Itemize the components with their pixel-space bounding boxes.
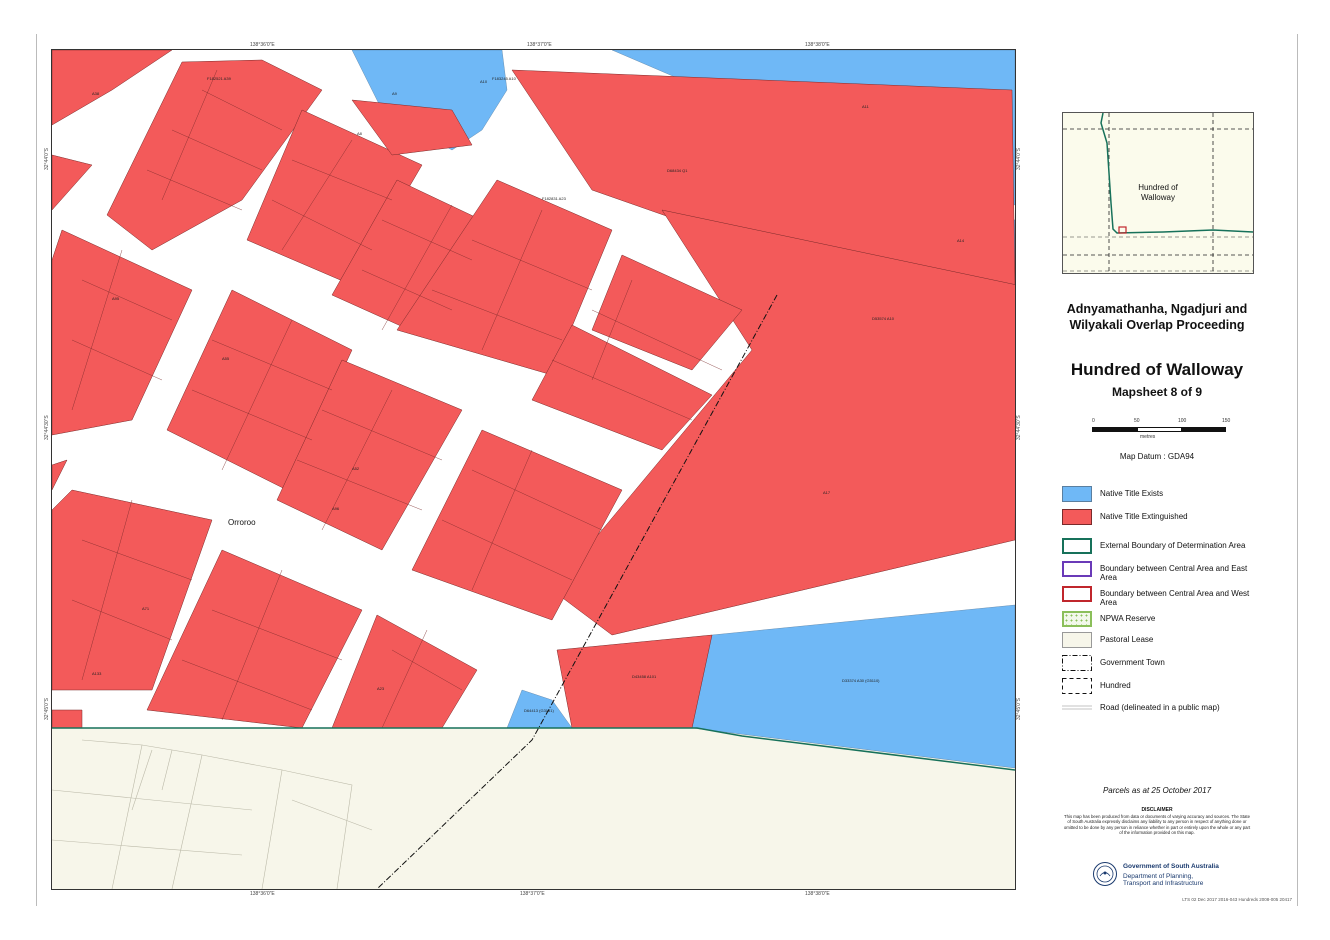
legend-swatch-npwa [1062,611,1092,627]
parcel-label: A95 [112,296,120,301]
coord-top-2: 138°37'0"E [527,42,552,48]
coord-left-3: 32°45'0"S [44,698,50,720]
coord-bottom-1: 138°36'0"E [250,891,275,897]
parcel-label: A71 [142,606,150,611]
map-canvas: A38 F182521 A39 A8 F183245 A10 A55 A95 F… [52,50,1015,889]
coord-right-1: 32°44'0"S [1016,148,1022,170]
legend-boundary-central-west: Boundary between Central Area and West A… [1062,586,1262,607]
legend-swatch-red [1062,509,1092,525]
town-label-orroroo: Orroroo [228,518,256,527]
coord-bottom-2: 138°37'0"E [520,891,545,897]
coord-left-1: 32°44'0"S [44,148,50,170]
parcel-label: A23 [377,686,385,691]
disclaimer-text: This map has been produced from data or … [1063,814,1251,836]
legend-swatch-green-outline [1062,538,1092,554]
legend-hundred: Hundred [1062,678,1262,698]
parcel-label: D53574 A10 [872,316,895,321]
legend-label: Road (delineated in a public map) [1100,703,1220,712]
proceeding-title: Adnyamathanha, Ngadjuri and Wilyakali Ov… [1062,301,1252,333]
legend-label: Boundary between Central Area and East A… [1100,564,1248,582]
parcel-label: A10 [480,79,488,84]
scale-tick: 0 [1092,418,1095,424]
legend-swatch-red-outline [1062,586,1092,602]
mapsheet-number: Mapsheet 8 of 9 [1111,385,1203,399]
parcel-label: A9 [392,91,398,96]
parcel-label: A17 [823,490,831,495]
scale-tick: 50 [1134,418,1140,424]
parcel-label: A14 [957,238,965,243]
locator-inset[interactable]: Hundred of Walloway [1062,112,1254,274]
coord-bottom-3: 138°38'0"E [805,891,830,897]
coord-right-3: 32°45'0"S [1016,698,1022,720]
red-block-r [52,709,83,729]
parcel-label: A55 [222,356,230,361]
scale-bar: 0 50 100 150 metres [1092,418,1232,448]
parcel-label: F183245 A10 [492,76,517,81]
parcel-label: A96 [332,506,340,511]
legend-swatch-dashed [1062,678,1092,694]
disclaimer-title: DISCLAIMER [1141,807,1173,813]
scale-unit: metres [1140,434,1156,440]
parcel-label: A52 [352,466,360,471]
parcel-label: D68434 Q1 [667,168,688,173]
legend-road: Road (delineated in a public map) [1062,700,1262,720]
legend-npwa-reserve: NPWA Reserve [1062,611,1262,631]
parcel-label: F182521 A39 [207,76,232,81]
red-block-q [556,634,713,729]
legend-swatch-blue [1062,486,1092,502]
legend-government-town: Government Town [1062,655,1262,675]
legend-label: Native Title Extinguished [1100,512,1188,521]
legend-external-boundary: External Boundary of Determination Area [1062,538,1262,558]
legend-pastoral-lease: Pastoral Lease [1062,632,1262,652]
legend-label: Native Title Exists [1100,489,1164,498]
legend-swatch-purple-outline [1062,561,1092,577]
parcel-label: F182831 A23 [542,196,567,201]
scale-segment-2 [1137,427,1182,432]
scale-segment-1 [1092,427,1138,432]
map-datum: Map Datum : GDA94 [1119,452,1195,461]
parcels-date: Parcels as at 25 October 2017 [1102,786,1212,795]
legend-label: Pastoral Lease [1100,635,1154,644]
legend-native-title-extinguished: Native Title Extinguished [1062,509,1262,529]
parcel-label: A38 [92,91,100,96]
legend-label: Government Town [1100,658,1165,667]
legend-native-title-exists: Native Title Exists [1062,486,1262,506]
government-name: Government of South Australia [1123,863,1219,870]
parcel-label: D43458 A101 [632,674,657,679]
legend-swatch-pastoral [1062,632,1092,648]
document-reference: LTS 02 Dec 2017 2016-043 Hundreds 2008-0… [1182,897,1292,902]
scale-tick: 100 [1178,418,1187,424]
legend-label: External Boundary of Determination Area [1100,541,1246,550]
legend-label: Hundred [1100,681,1131,690]
scale-segment-3 [1181,427,1226,432]
parcel-label: A133 [92,671,102,676]
parcel-label: D64413 (G3181) [524,708,554,713]
coord-right-2: 32°44'30"S [1016,415,1022,440]
proceeding-line-2: Wilyakali Overlap Proceeding [1069,318,1245,332]
government-logo: Government of South Australia Department… [1093,861,1223,891]
legend-swatch-dashdot [1062,655,1092,671]
proceeding-line-1: Adnyamathanha, Ngadjuri and [1066,302,1248,316]
legend-boundary-central-east: Boundary between Central Area and East A… [1062,561,1262,582]
parcel-label: A11 [862,104,870,109]
coord-top-1: 138°36'0"E [250,42,275,48]
legend-label: Boundary between Central Area and West A… [1100,589,1250,607]
parcel-label: A8 [357,131,363,136]
scale-tick: 150 [1222,418,1231,424]
state-seal-icon [1093,862,1117,886]
inset-label: Hundred of Walloway [1138,183,1178,202]
inset-boundary [1100,113,1253,234]
legend-swatch-road [1062,705,1092,710]
coord-left-2: 32°44'30"S [44,415,50,440]
department-name: Department of Planning, Transport and In… [1123,873,1204,887]
legend-label: NPWA Reserve [1100,614,1156,623]
map-frame[interactable]: A38 F182521 A39 A8 F183245 A10 A55 A95 F… [51,49,1016,890]
map-title: Hundred of Walloway [1070,360,1244,379]
coord-top-3: 138°38'0"E [805,42,830,48]
parcel-label: D33374 A30 (G5110) [842,678,880,683]
